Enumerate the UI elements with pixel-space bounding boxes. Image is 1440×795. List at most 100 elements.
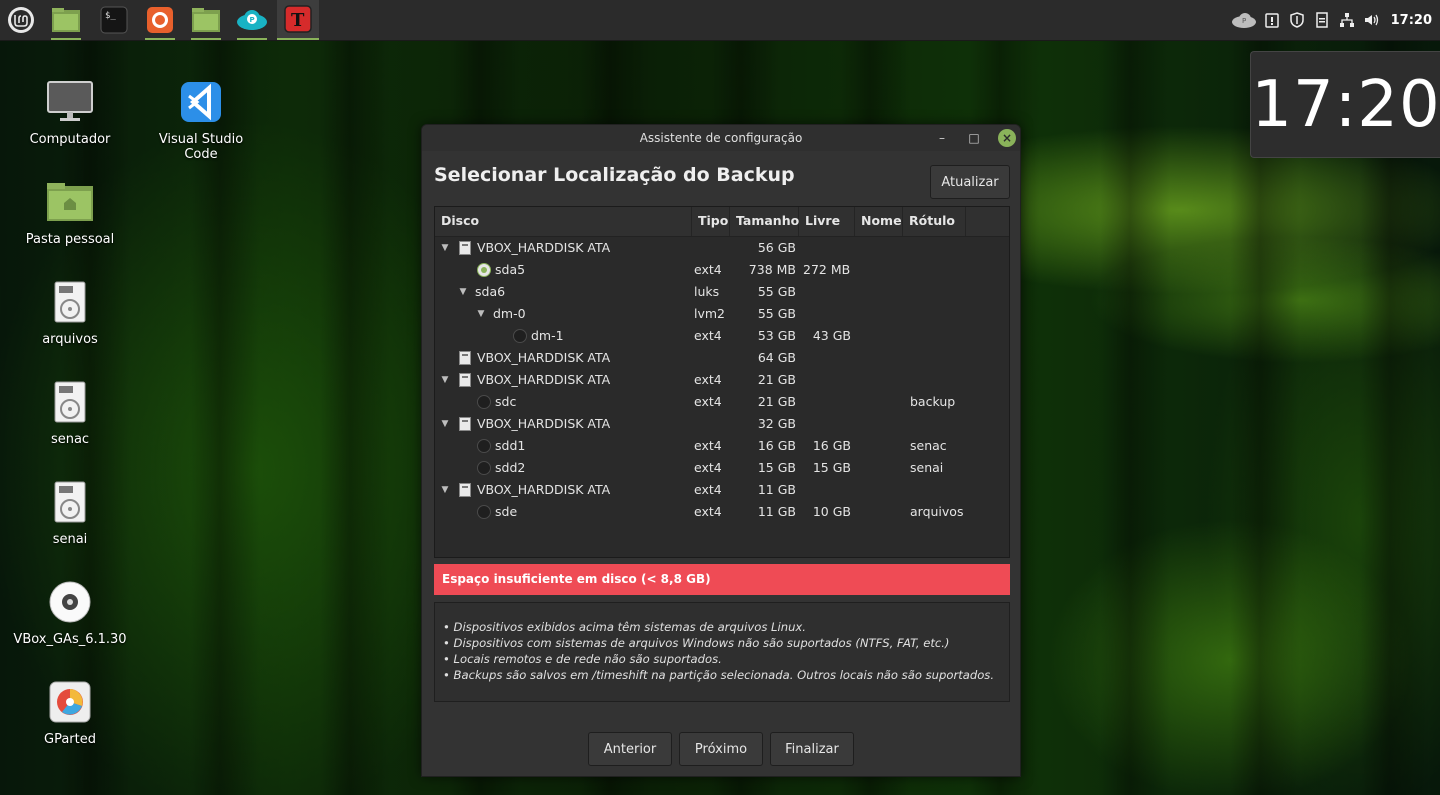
cell-free: 15 GB	[812, 460, 851, 475]
expander-icon[interactable]: ▼	[439, 479, 451, 501]
pcloud-tray[interactable]: P	[1228, 0, 1260, 40]
cell-type: ext4	[694, 262, 722, 277]
cell-disk: sda5	[495, 262, 526, 277]
cell-label: backup	[910, 394, 956, 409]
radio-icon[interactable]	[477, 439, 491, 453]
timeshift-launcher[interactable]: T	[277, 0, 319, 40]
cell-size: 11 GB	[757, 482, 796, 497]
cell-size: 55 GB	[757, 284, 796, 299]
terminal-icon: $_	[100, 6, 128, 34]
cell-type: ext4	[694, 372, 722, 387]
tree-row-disk[interactable]: ▼ VBOX_HARDDISK ATA 56 GB	[435, 237, 1009, 259]
desktop-icon-arquivos[interactable]: arquivos	[10, 278, 130, 347]
desktop-icon-senai[interactable]: senai	[10, 478, 130, 547]
harddisk-icon	[459, 373, 471, 387]
desktop-icon-label: VBox_GAs_6.1.30	[13, 632, 127, 647]
optical-disc-icon	[46, 578, 94, 626]
selected-radio-icon[interactable]	[477, 263, 491, 277]
cell-disk: VBOX_HARDDISK ATA	[477, 350, 611, 365]
expander-icon[interactable]: ▼	[439, 369, 451, 391]
notes-tray[interactable]	[1310, 0, 1335, 40]
tree-row-partition[interactable]: dm-1 ext4 53 GB 43 GB	[435, 325, 1009, 347]
cell-size: 21 GB	[757, 394, 796, 409]
column-size[interactable]: Tamanho	[730, 207, 799, 236]
harddisk-icon	[459, 351, 471, 365]
network-tray[interactable]	[1335, 0, 1360, 40]
terminal-launcher[interactable]: $_	[93, 0, 135, 40]
cell-size: 56 GB	[757, 240, 796, 255]
maximize-icon: □	[968, 131, 980, 145]
tree-row-partition[interactable]: sde ext4 11 GB 10 GB arquivos	[435, 501, 1009, 523]
pcloud-icon: P	[237, 10, 267, 30]
minimize-icon: –	[939, 131, 945, 145]
cell-size: 64 GB	[757, 350, 796, 365]
drive-icon	[46, 378, 94, 426]
expander-icon[interactable]: ▼	[457, 281, 469, 303]
tree-row-disk[interactable]: ▼ VBOX_HARDDISK ATA 32 GB	[435, 413, 1009, 435]
tree-row-partition[interactable]: ▼ dm-0 lvm2 55 GB	[435, 303, 1009, 325]
drive-icon	[46, 478, 94, 526]
tree-row-partition[interactable]: sdc ext4 21 GB backup	[435, 391, 1009, 413]
column-free[interactable]: Livre	[799, 207, 855, 236]
finish-button[interactable]: Finalizar	[770, 732, 854, 766]
minimize-button[interactable]: –	[932, 128, 952, 148]
tree-row-partition[interactable]: sda5 ext4 738 MB 272 MB	[435, 259, 1009, 281]
desktop-icon-gparted[interactable]: GParted	[10, 678, 130, 747]
title-bar[interactable]: Assistente de configuração – □ ×	[422, 125, 1020, 151]
expander-icon[interactable]: ▼	[439, 237, 451, 259]
desktop-icon-label: Pasta pessoal	[25, 232, 115, 247]
cell-size: 53 GB	[757, 328, 796, 343]
tree-row-partition[interactable]: ▼ sda6 luks 55 GB	[435, 281, 1009, 303]
tree-header: Disco Tipo Tamanho Livre Nome Rótulo	[435, 207, 1009, 237]
desktop-icon-computer[interactable]: Computador	[10, 78, 130, 147]
menu-button[interactable]	[0, 0, 42, 40]
column-label[interactable]: Rótulo	[903, 207, 966, 236]
folder-launcher[interactable]	[185, 0, 227, 40]
tree-row-partition[interactable]: sdd1 ext4 16 GB 16 GB senac	[435, 435, 1009, 457]
desktop-icon-senac[interactable]: senac	[10, 378, 130, 447]
expander-icon[interactable]: ▼	[439, 413, 451, 435]
note-line: • Locais remotos e de rede não são supor…	[443, 652, 722, 666]
maximize-button[interactable]: □	[964, 128, 984, 148]
files-launcher[interactable]	[45, 0, 87, 40]
column-name[interactable]: Nome	[855, 207, 903, 236]
volume-tray[interactable]	[1360, 0, 1385, 40]
radio-icon[interactable]	[513, 329, 527, 343]
tree-row-disk[interactable]: ▼ VBOX_HARDDISK ATA ext4 11 GB	[435, 479, 1009, 501]
column-disk[interactable]: Disco	[435, 207, 692, 236]
update-tray[interactable]	[1260, 0, 1285, 40]
shield-tray[interactable]	[1285, 0, 1310, 40]
cell-size: 32 GB	[757, 416, 796, 431]
cloud-user-icon: P	[1231, 13, 1256, 28]
cell-disk: VBOX_HARDDISK ATA	[477, 372, 611, 387]
desktop-icon-label: GParted	[44, 732, 96, 747]
tree-row-disk[interactable]: VBOX_HARDDISK ATA 64 GB	[435, 347, 1009, 369]
radio-icon[interactable]	[477, 395, 491, 409]
next-button[interactable]: Próximo	[679, 732, 763, 766]
cell-type: ext4	[694, 460, 722, 475]
desktop-icon-home[interactable]: Pasta pessoal	[10, 178, 130, 247]
radio-icon[interactable]	[477, 461, 491, 475]
close-button[interactable]: ×	[998, 129, 1016, 147]
desktop-icon-vbox-gas[interactable]: VBox_GAs_6.1.30	[10, 578, 130, 647]
cell-disk: dm-1	[531, 328, 564, 343]
volume-icon	[1365, 14, 1379, 26]
network-icon	[1340, 13, 1355, 27]
firefox-launcher[interactable]	[139, 0, 181, 40]
column-type[interactable]: Tipo	[692, 207, 730, 236]
cell-label: arquivos	[910, 504, 964, 519]
back-button[interactable]: Anterior	[588, 732, 672, 766]
top-panel: $_ P T P 17:20	[0, 0, 1440, 41]
desktop-icon-vscode[interactable]: Visual Studio Code	[141, 78, 261, 162]
cell-type: lvm2	[694, 306, 725, 321]
tree-row-partition[interactable]: sdd2 ext4 15 GB 15 GB senai	[435, 457, 1009, 479]
pcloud-launcher[interactable]: P	[231, 0, 273, 40]
cell-label: senac	[910, 438, 947, 453]
radio-icon[interactable]	[477, 505, 491, 519]
disk-tree-view[interactable]: Disco Tipo Tamanho Livre Nome Rótulo ▼ V…	[434, 206, 1010, 558]
panel-clock[interactable]: 17:20	[1391, 13, 1432, 28]
refresh-button[interactable]: Atualizar	[930, 165, 1010, 199]
expander-icon[interactable]: ▼	[475, 303, 487, 325]
mint-menu-icon	[8, 7, 34, 33]
tree-row-disk[interactable]: ▼ VBOX_HARDDISK ATA ext4 21 GB	[435, 369, 1009, 391]
